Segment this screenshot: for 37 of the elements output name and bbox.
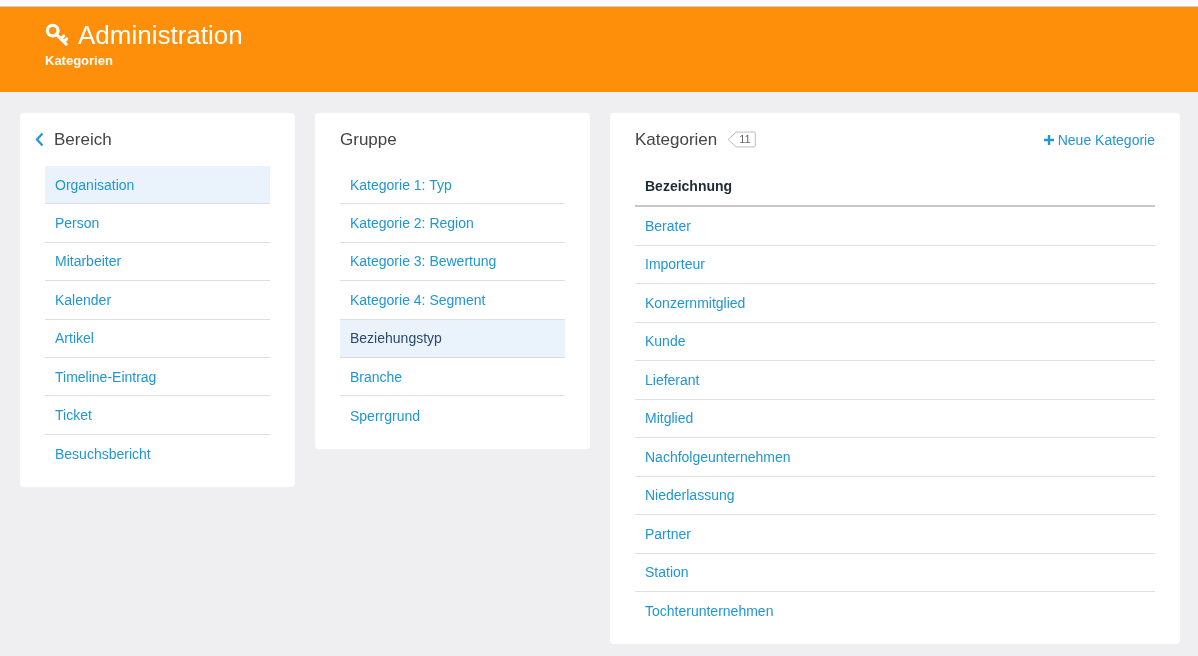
page-title: Administration	[78, 20, 243, 50]
group-item[interactable]: Beziehungstyp	[340, 319, 565, 358]
category-link[interactable]: Niederlassung	[645, 487, 735, 504]
group-item[interactable]: Kategorie 3: Bewertung	[340, 242, 565, 282]
area-item[interactable]: Artikel	[45, 319, 270, 358]
area-item[interactable]: Timeline-Eintrag	[45, 357, 270, 397]
category-link[interactable]: Konzernmitglied	[645, 294, 746, 311]
category-link[interactable]: Nachfolgeunternehmen	[645, 448, 791, 465]
panel-title: Gruppe	[340, 129, 397, 150]
category-link[interactable]: Mitglied	[645, 410, 694, 427]
group-item[interactable]: Kategorie 2: Region	[340, 204, 565, 243]
area-item[interactable]: Organisation	[45, 166, 270, 205]
group-item[interactable]: Kategorie 1: Typ	[340, 166, 565, 205]
category-link[interactable]: Importeur	[645, 256, 705, 273]
plus-icon	[1043, 134, 1054, 145]
group-item[interactable]: Branche	[340, 357, 565, 397]
area-item[interactable]: Mitarbeiter	[45, 242, 270, 282]
page-subtitle: Kategorien	[45, 53, 113, 68]
key-icon	[45, 22, 70, 48]
group-item[interactable]: Kategorie 4: Segment	[340, 281, 565, 320]
group-item[interactable]: Sperrgrund	[340, 396, 565, 435]
category-link[interactable]: Lieferant	[645, 371, 700, 388]
back-chevron-icon[interactable]	[35, 132, 44, 147]
category-link[interactable]: Berater	[645, 217, 691, 234]
category-link[interactable]: Station	[645, 564, 689, 581]
area-item[interactable]: Ticket	[45, 396, 270, 435]
category-link[interactable]: Kunde	[645, 333, 686, 350]
count-badge: 11	[728, 132, 756, 147]
panel-title: Kategorien	[635, 129, 718, 150]
area-item[interactable]: Person	[45, 204, 270, 243]
new-category-link[interactable]: Neue Kategorie	[1043, 131, 1155, 148]
category-link[interactable]: Tochterunternehmen	[645, 603, 774, 620]
panel-title: Bereich	[54, 129, 112, 150]
column-header: Bezeichnung	[645, 177, 733, 194]
area-item[interactable]: Besuchsbericht	[45, 434, 270, 474]
area-item[interactable]: Kalender	[45, 281, 270, 320]
category-link[interactable]: Partner	[645, 525, 691, 542]
